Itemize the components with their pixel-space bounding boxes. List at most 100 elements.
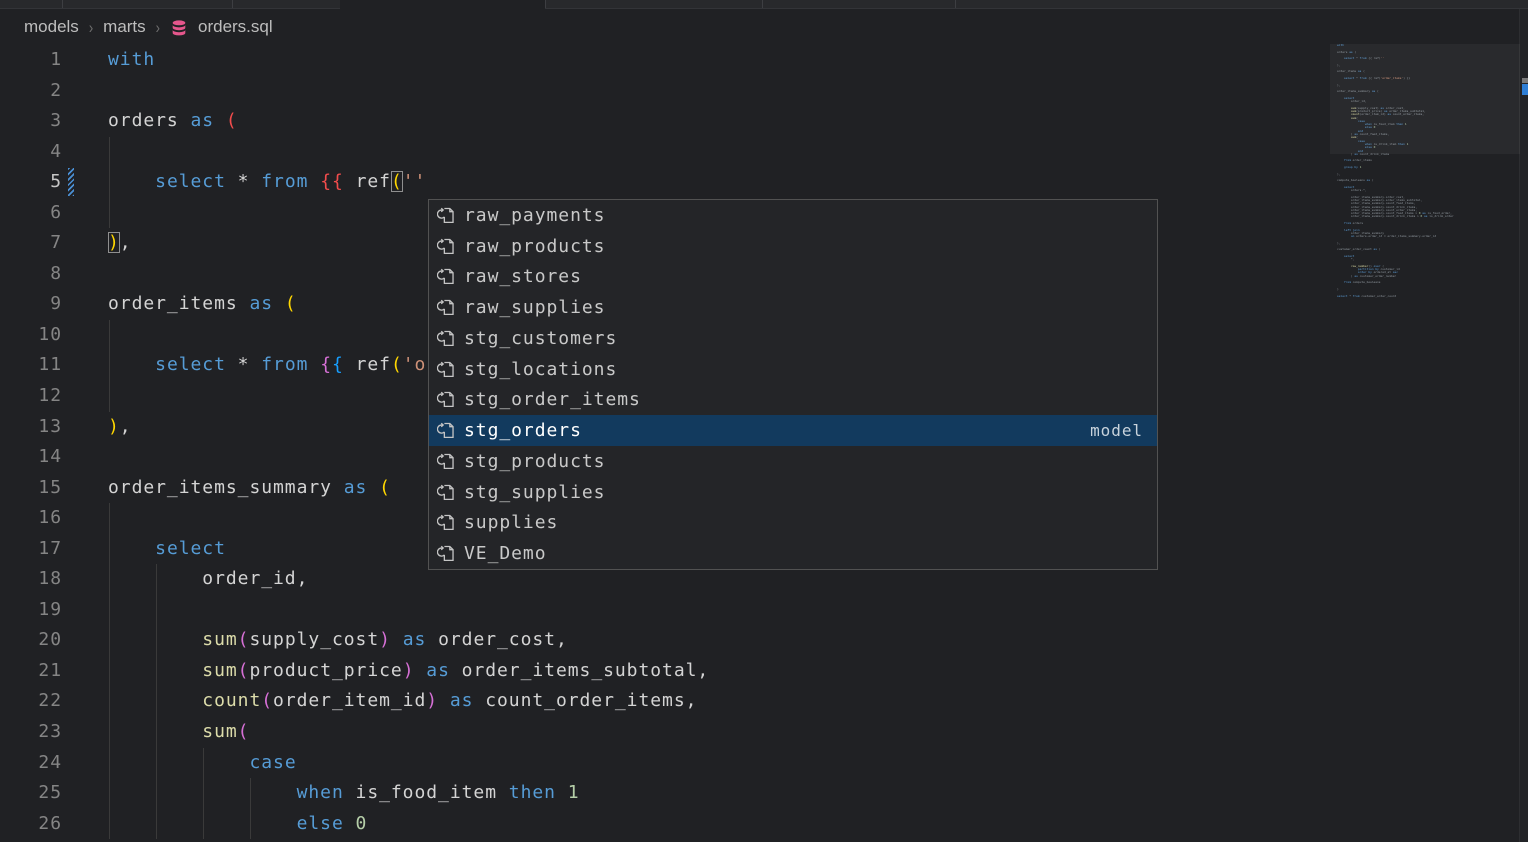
code-line-19[interactable]: 19 (0, 595, 1528, 626)
suggest-item-label: VE_Demo (464, 543, 1143, 564)
suggest-item-label: stg_orders (464, 420, 1070, 441)
line-number: 23 (0, 717, 62, 748)
code-line-24[interactable]: 24 case (0, 748, 1528, 779)
line-number: 26 (0, 809, 62, 840)
code-line-4[interactable]: 4 (0, 137, 1528, 168)
tab-separator (232, 0, 233, 8)
line-number: 5 (0, 167, 62, 198)
code-line-26[interactable]: 26 else 0 (0, 809, 1528, 840)
line-number: 1 (0, 45, 62, 76)
suggest-item-raw_stores[interactable]: raw_stores (429, 262, 1157, 293)
suggest-item-supplies[interactable]: supplies (429, 508, 1157, 539)
suggest-item-raw_supplies[interactable]: raw_supplies (429, 292, 1157, 323)
code-line-22[interactable]: 22 count(order_item_id) as count_order_i… (0, 686, 1528, 717)
code-line-1[interactable]: 1with (0, 45, 1528, 76)
line-number: 18 (0, 564, 62, 595)
suggest-item-label: stg_order_items (464, 389, 1143, 410)
overview-ruler-mark (1522, 78, 1528, 83)
indent-guide (109, 198, 110, 229)
code-line-2[interactable]: 2 (0, 76, 1528, 107)
indent-guide (109, 595, 110, 626)
database-icon (170, 19, 188, 37)
code-text: sum(product_price) as order_items_subtot… (108, 656, 709, 687)
suggest-item-label: raw_payments (464, 205, 1143, 226)
breadcrumb-item-marts[interactable]: marts (103, 17, 146, 37)
line-number: 4 (0, 137, 62, 168)
reference-icon (437, 421, 457, 441)
code-line-5[interactable]: 5 select * from {{ ref('' (0, 167, 1528, 198)
breadcrumb: models › marts › orders.sql (24, 13, 273, 41)
reference-icon (437, 451, 457, 471)
overview-ruler[interactable] (1519, 9, 1528, 842)
breadcrumb-item-models[interactable]: models (24, 17, 79, 37)
indent-guide (109, 381, 110, 412)
code-text: select * from {{ ref('' (108, 167, 426, 198)
tab-separator (955, 0, 956, 8)
code-text: select (108, 534, 226, 565)
tab-separator (545, 0, 546, 8)
reference-icon (437, 298, 457, 318)
line-number: 21 (0, 656, 62, 687)
tab-separator (62, 0, 63, 8)
line-number: 2 (0, 76, 62, 107)
suggest-item-label: raw_products (464, 236, 1143, 257)
line-number: 17 (0, 534, 62, 565)
line-number: 6 (0, 198, 62, 229)
suggest-item-VE_Demo[interactable]: VE_Demo (429, 538, 1157, 569)
line-number: 12 (0, 381, 62, 412)
code-line-25[interactable]: 25 when is_food_item then 1 (0, 778, 1528, 809)
suggest-item-label: raw_stores (464, 266, 1143, 287)
code-text: sum(supply_cost) as order_cost, (108, 625, 568, 656)
reference-icon (437, 328, 457, 348)
suggest-item-raw_products[interactable]: raw_products (429, 231, 1157, 262)
editor-tab-bar[interactable] (0, 0, 1528, 9)
suggest-item-label: raw_supplies (464, 297, 1143, 318)
line-number: 9 (0, 289, 62, 320)
chevron-right-icon: › (156, 18, 160, 37)
code-text: when is_food_item then 1 (108, 778, 580, 809)
reference-icon (437, 359, 457, 379)
code-text: ), (108, 228, 132, 259)
line-number: 15 (0, 473, 62, 504)
breadcrumb-file-name[interactable]: orders.sql (198, 17, 273, 37)
modified-line-gutter-marker (68, 168, 74, 196)
suggest-item-raw_payments[interactable]: raw_payments (429, 200, 1157, 231)
code-text: orders as ( (108, 106, 238, 137)
code-line-20[interactable]: 20 sum(supply_cost) as order_cost, (0, 625, 1528, 656)
suggest-item-label: stg_locations (464, 359, 1143, 380)
line-number: 22 (0, 686, 62, 717)
suggest-item-stg_customers[interactable]: stg_customers (429, 323, 1157, 354)
suggest-item-stg_locations[interactable]: stg_locations (429, 354, 1157, 385)
suggest-item-stg_products[interactable]: stg_products (429, 446, 1157, 477)
reference-icon (437, 205, 457, 225)
indent-guide (109, 137, 110, 168)
reference-icon (437, 236, 457, 256)
line-number: 25 (0, 778, 62, 809)
code-line-3[interactable]: 3orders as ( (0, 106, 1528, 137)
reference-icon (437, 544, 457, 564)
code-line-21[interactable]: 21 sum(product_price) as order_items_sub… (0, 656, 1528, 687)
code-line-23[interactable]: 23 sum( (0, 717, 1528, 748)
indent-guide (109, 503, 110, 534)
suggest-item-stg_supplies[interactable]: stg_supplies (429, 477, 1157, 508)
suggest-item-stg_order_items[interactable]: stg_order_items (429, 385, 1157, 416)
tab-bottom-border (0, 8, 340, 9)
vscode-editor-window: models › marts › orders.sql 1with23order… (0, 0, 1528, 842)
suggest-item-stg_orders[interactable]: stg_ordersmodel (429, 415, 1157, 446)
reference-icon (437, 390, 457, 410)
suggest-item-label: supplies (464, 512, 1143, 533)
line-number: 24 (0, 748, 62, 779)
minimap-slider[interactable] (1330, 44, 1520, 154)
suggest-item-label: stg_products (464, 451, 1143, 472)
line-number: 16 (0, 503, 62, 534)
chevron-right-icon: › (89, 18, 93, 37)
line-number: 7 (0, 228, 62, 259)
line-number: 8 (0, 259, 62, 290)
line-number: 11 (0, 350, 62, 381)
line-number: 10 (0, 320, 62, 351)
autocomplete-dropdown[interactable]: raw_payments raw_products raw_stores raw… (428, 199, 1158, 570)
indent-guide (156, 595, 157, 626)
code-text: ), (108, 412, 132, 443)
code-text: order_items as ( (108, 289, 297, 320)
active-tab[interactable] (340, 0, 545, 9)
